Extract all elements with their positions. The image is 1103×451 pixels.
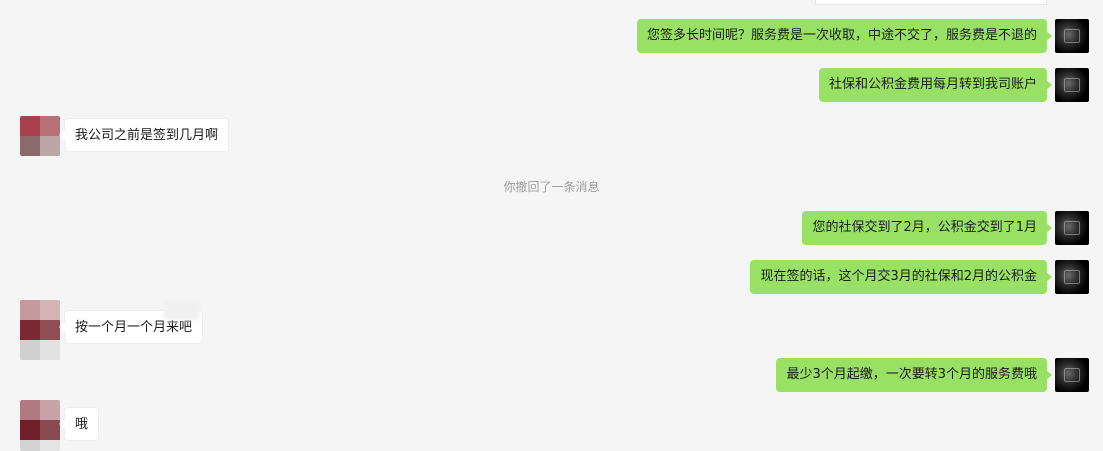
message-bubble-self[interactable]: 现在签的话，这个月交3月的社保和2月的公积金 — [750, 260, 1052, 294]
message-bubble-self[interactable]: 您的社保交到了2月，公积金交到了1月 — [802, 211, 1052, 245]
self-avatar-icon[interactable] — [1055, 211, 1089, 245]
message-row: 您的社保交到了2月，公积金交到了1月 — [0, 211, 1103, 245]
system-message: 你撤回了一条消息 — [503, 180, 600, 194]
message-bubble-self[interactable]: 最少3个月起缴，一次要转3个月的服务费哦 — [776, 358, 1052, 392]
message-row: 现在签的话，这个月交3月的社保和2月的公积金 — [0, 260, 1103, 294]
message-bubble-self[interactable]: 社保和公积金费用每月转到我司账户 — [818, 68, 1053, 102]
self-avatar-icon[interactable] — [1055, 19, 1089, 53]
message-row: 您签多长时间呢？服务费是一次收取，中途不交了，服务费是不退的 — [0, 19, 1103, 53]
message-bubble-other[interactable]: 哦 — [58, 407, 100, 441]
blurred-patch — [164, 300, 200, 320]
message-row: 哦 — [0, 400, 1103, 451]
self-avatar-icon[interactable] — [1055, 68, 1089, 102]
contact-avatar-icon[interactable] — [20, 300, 60, 360]
chat-panel: 您签多长时间呢？服务费是一次收取，中途不交了，服务费是不退的 社保和公积金费用每… — [0, 0, 1103, 451]
message-row: 最少3个月起缴，一次要转3个月的服务费哦 — [0, 358, 1103, 392]
clipped-previous-message — [815, 0, 1047, 5]
self-avatar-icon[interactable] — [1055, 260, 1089, 294]
contact-avatar-icon[interactable] — [20, 116, 60, 156]
message-row: 我公司之前是签到几月啊 — [0, 116, 1103, 160]
message-bubble-other[interactable]: 我公司之前是签到几月啊 — [58, 118, 230, 152]
contact-avatar-icon[interactable] — [20, 400, 60, 451]
message-row: 按一个月一个月来吧 — [0, 300, 1103, 360]
self-avatar-icon[interactable] — [1055, 358, 1089, 392]
message-bubble-self[interactable]: 您签多长时间呢？服务费是一次收取，中途不交了，服务费是不退的 — [636, 19, 1053, 53]
message-row: 社保和公积金费用每月转到我司账户 — [0, 68, 1103, 102]
